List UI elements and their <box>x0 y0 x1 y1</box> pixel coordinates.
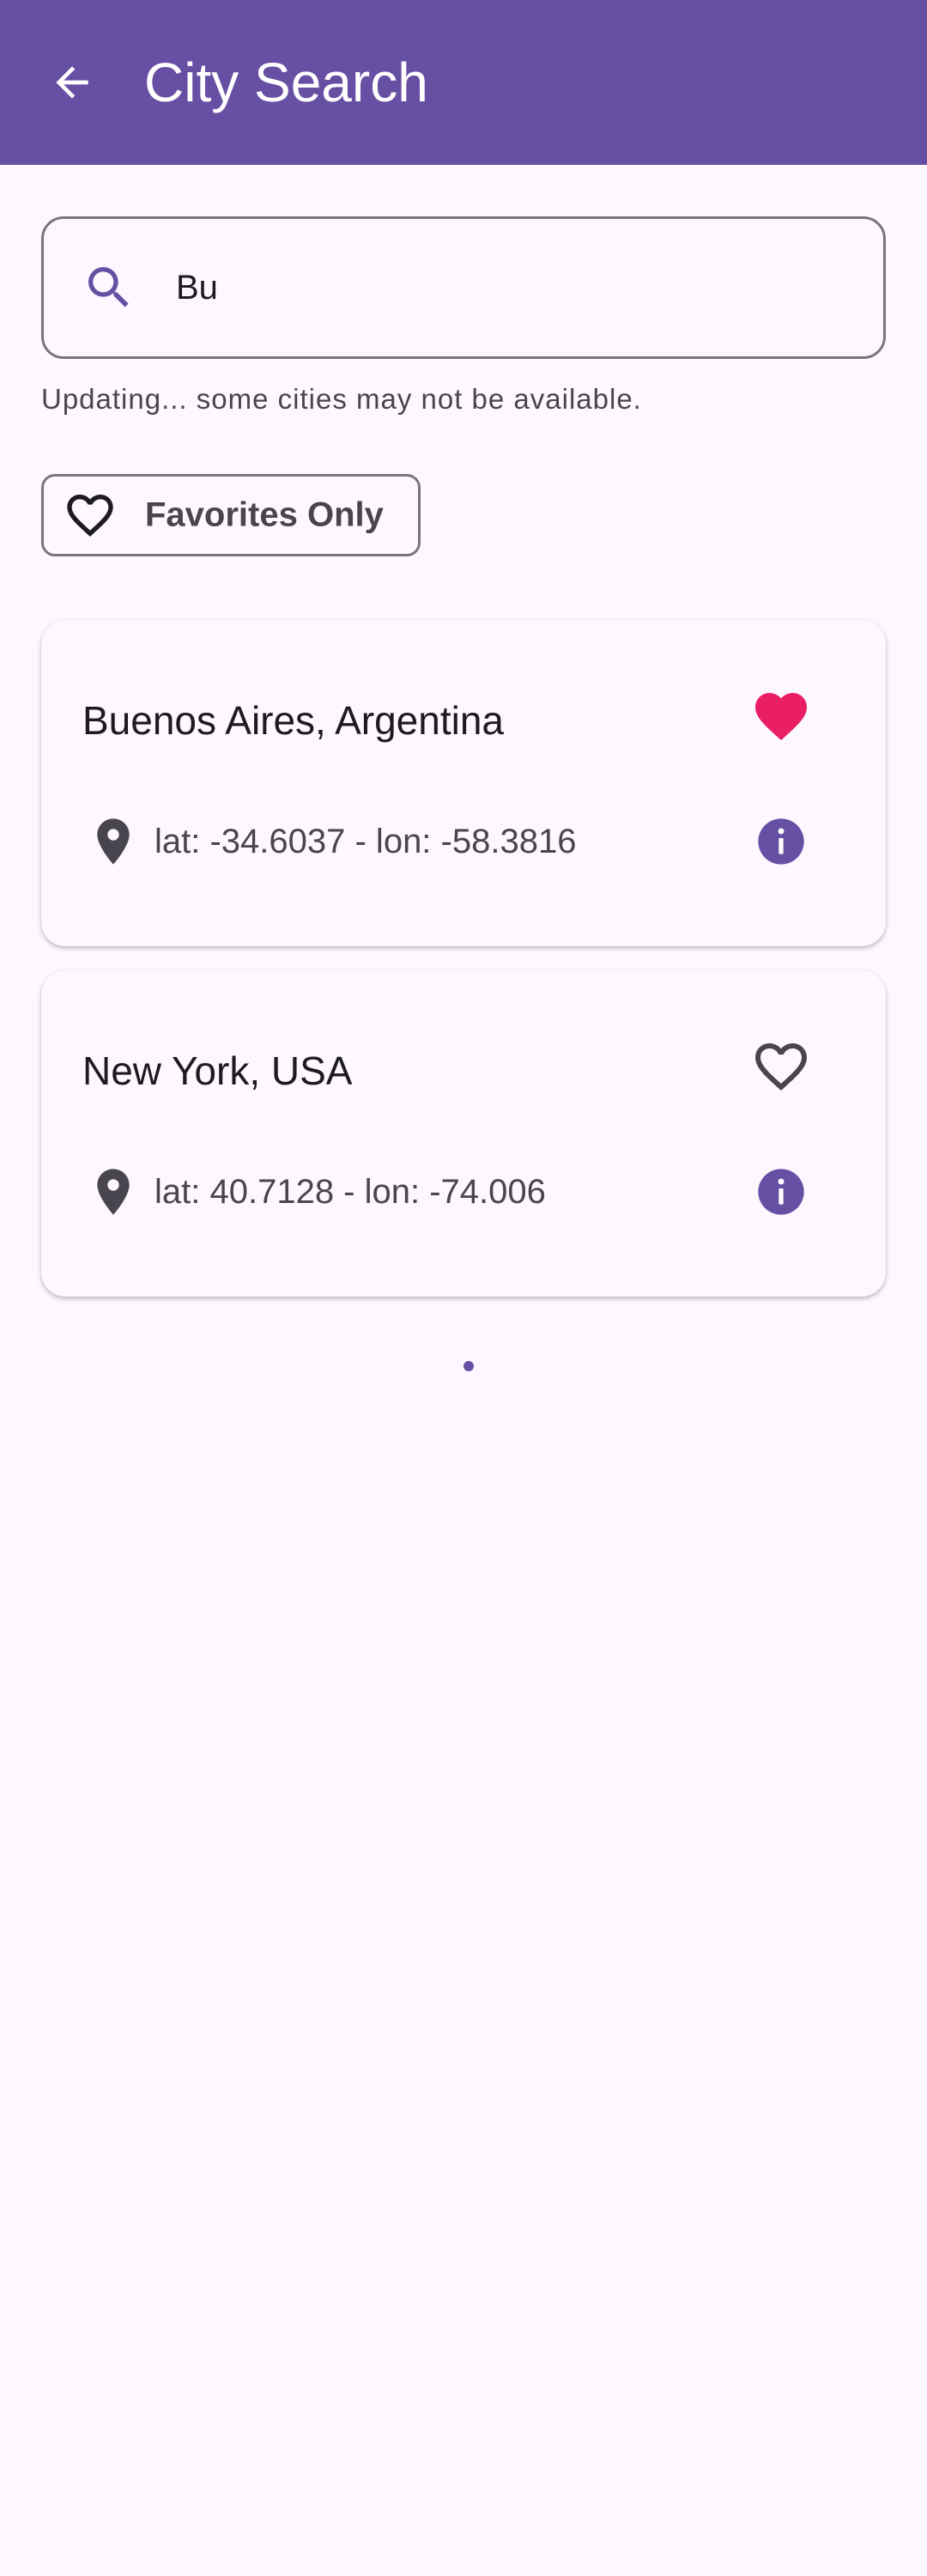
city-coordinates: lat: 40.7128 - lon: -74.006 <box>154 1173 546 1211</box>
heart-outline-icon <box>63 488 118 543</box>
info-icon <box>758 1169 804 1215</box>
helper-text: Updating... some cities may not be avail… <box>41 383 642 415</box>
location-pin-icon <box>86 1164 141 1219</box>
back-button[interactable] <box>31 41 113 124</box>
favorites-only-chip[interactable]: Favorites Only <box>41 474 421 556</box>
arrow-back-icon <box>56 66 88 99</box>
city-name: New York, USA <box>82 1048 353 1093</box>
app-bar: City Search <box>0 0 927 165</box>
search-icon <box>78 257 140 319</box>
info-button[interactable] <box>740 1151 822 1233</box>
info-button[interactable] <box>740 800 822 883</box>
favorite-toggle-button[interactable] <box>740 1025 822 1108</box>
city-coordinates: lat: -34.6037 - lon: -58.3816 <box>154 823 577 860</box>
search-input[interactable] <box>176 219 863 356</box>
loading-indicator-dot <box>464 1361 474 1371</box>
favorite-toggle-button[interactable] <box>740 675 822 757</box>
favorites-only-label: Favorites Only <box>145 495 384 534</box>
page-title: City Search <box>144 52 428 113</box>
location-pin-icon <box>86 814 141 869</box>
heart-outline-icon <box>755 1043 807 1091</box>
city-name: Buenos Aires, Argentina <box>82 698 504 743</box>
city-card[interactable]: New York, USA lat: 40.7128 - lon: -74.00… <box>41 970 886 1297</box>
info-icon <box>758 818 804 865</box>
city-card[interactable]: Buenos Aires, Argentina lat: -34.6037 - … <box>41 620 886 946</box>
search-field[interactable] <box>41 216 886 359</box>
heart-filled-icon <box>755 693 807 741</box>
